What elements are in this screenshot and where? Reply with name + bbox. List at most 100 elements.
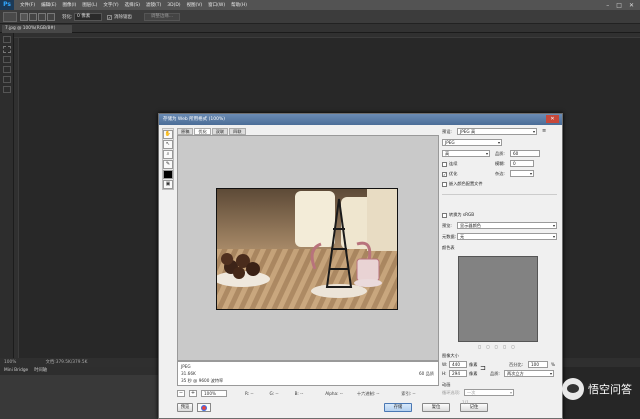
tab-4-up[interactable]: 四联 <box>229 128 246 135</box>
document-tab-bar: 7.jpg @ 100%(RGB/8#) <box>0 24 640 33</box>
color-table[interactable] <box>458 256 538 342</box>
web-snap-icon[interactable]: ◻ <box>495 344 498 349</box>
menu-type[interactable]: 文字(Y) <box>103 2 118 8</box>
lock-color-icon[interactable]: ◻ <box>486 344 489 349</box>
hand-tool-icon[interactable]: ✋ <box>163 130 173 139</box>
eyedropper-tool-icon[interactable] <box>2 76 11 83</box>
zoom-in-button[interactable]: + <box>189 390 197 397</box>
settings-panel: 预设: JPEG 高 ≡ JPEG 高 品质: 60 连续 模糊: 0 ✓优化 … <box>442 128 559 405</box>
zoom-tool-icon[interactable]: ⌕ <box>163 150 173 159</box>
resample-select[interactable]: 两次立方 <box>504 370 554 377</box>
compression-select[interactable]: 高 <box>442 150 490 157</box>
menu-view[interactable]: 视图(V) <box>187 2 203 8</box>
convert-srgb-check <box>442 212 447 218</box>
dialog-toolbox: ✋ ↖ ⌕ ✎ ▣ <box>162 128 174 190</box>
progressive-checkbox[interactable]: 连续 <box>442 161 457 167</box>
menu-file[interactable]: 文件(F) <box>20 2 35 8</box>
convert-srgb-checkbox[interactable]: 转换为 sRGB <box>442 212 474 218</box>
readout-g: G: -- <box>269 391 279 396</box>
preset-select[interactable]: JPEG 高 <box>457 128 537 135</box>
tab-2-up[interactable]: 双联 <box>211 128 229 135</box>
lasso-tool-icon[interactable] <box>2 56 11 63</box>
metadata-label: 元数据: <box>442 234 456 239</box>
close-window-button[interactable]: ✕ <box>629 2 634 9</box>
vertical-ruler <box>14 38 19 360</box>
quality-input[interactable]: 60 <box>510 150 540 157</box>
color-table-label: 颜色表 <box>442 245 455 250</box>
photoshop-logo: Ps <box>0 0 14 10</box>
tab-optimized[interactable]: 优化 <box>194 128 211 135</box>
quality-label: 品质: <box>495 151 505 156</box>
toggle-slices-icon[interactable]: ▣ <box>163 180 173 189</box>
new-color-icon[interactable]: ◻ <box>503 344 506 349</box>
add-selection-icon[interactable] <box>29 13 37 21</box>
tab-timeline[interactable]: 时间轴 <box>34 367 47 375</box>
save-button[interactable]: 存储 <box>384 403 412 412</box>
bottom-panel-tabs: Mini Bridge 时间轴 <box>0 367 170 375</box>
menu-filter[interactable]: 滤镜(T) <box>146 2 161 8</box>
menu-3d[interactable]: 3D(D) <box>167 3 180 8</box>
menu-help[interactable]: 帮助(H) <box>231 2 247 8</box>
selection-mode-group <box>20 13 58 21</box>
minimize-button[interactable]: – <box>606 2 609 9</box>
width-input[interactable]: 440 <box>449 361 467 368</box>
new-selection-icon[interactable] <box>20 13 28 21</box>
percent-input[interactable]: 100 <box>528 361 548 368</box>
optimized-check: ✓ <box>442 171 447 177</box>
matte-select[interactable] <box>510 170 534 177</box>
width-unit: 像素 <box>469 362 478 367</box>
marquee-tool-icon[interactable] <box>2 46 11 53</box>
frame-counter: 1/1 <box>462 400 469 405</box>
feather-input[interactable]: 0 像素 <box>74 13 102 21</box>
preview-image[interactable] <box>216 188 398 310</box>
move-tool-icon[interactable] <box>2 36 11 43</box>
divider <box>442 194 557 195</box>
metadata-select[interactable]: 无 <box>457 233 557 240</box>
image-size-label: 图像大小 <box>442 353 459 358</box>
antialias-checkbox[interactable]: ✓ 消除锯齿 <box>107 14 132 20</box>
maximize-button[interactable]: □ <box>616 2 622 9</box>
eyedropper-color-swatch[interactable] <box>163 170 173 179</box>
blur-input[interactable]: 0 <box>510 160 534 167</box>
delete-color-icon[interactable]: ◻ <box>511 344 514 349</box>
slice-select-tool-icon[interactable]: ↖ <box>163 140 173 149</box>
reset-button[interactable]: 复位 <box>422 403 450 412</box>
link-proportions-icon[interactable]: ⊐ <box>480 364 486 372</box>
subtract-selection-icon[interactable] <box>38 13 46 21</box>
preview-button[interactable]: 预览 <box>177 403 193 412</box>
zoom-level-select[interactable]: 100% <box>201 390 227 397</box>
optimized-checkbox[interactable]: ✓ 优化 <box>442 171 457 177</box>
crop-tool-icon[interactable] <box>2 66 11 73</box>
menu-layer[interactable]: 图层(L) <box>82 2 97 8</box>
intersect-selection-icon[interactable] <box>47 13 55 21</box>
tab-original[interactable]: 原稿 <box>177 128 194 135</box>
preview-select[interactable]: 显示器颜色 <box>457 222 557 229</box>
status-zoom[interactable]: 100% <box>4 360 16 365</box>
menu-window[interactable]: 窗口(W) <box>208 2 225 8</box>
tab-mini-bridge[interactable]: Mini Bridge <box>4 367 28 375</box>
menu-image[interactable]: 图像(I) <box>62 2 76 8</box>
settings-menu-icon[interactable]: ≡ <box>542 128 546 134</box>
eyedropper-icon[interactable]: ✎ <box>163 160 173 169</box>
menu-select[interactable]: 选择(S) <box>125 2 140 8</box>
marquee-tool-preset[interactable] <box>3 12 17 22</box>
blur-label: 模糊: <box>495 161 505 166</box>
loop-select[interactable]: 一次 <box>464 389 514 396</box>
embed-profile-checkbox[interactable]: 嵌入颜色配置文件 <box>442 181 483 187</box>
dialog-close-button[interactable]: ✕ <box>546 115 559 123</box>
dialog-title-bar[interactable]: 存储为 Web 所用格式 (100%) <box>159 114 562 125</box>
refine-edge-button[interactable]: 调整边缘... <box>144 13 180 21</box>
browser-icon <box>201 404 207 411</box>
document-tab[interactable]: 7.jpg @ 100%(RGB/8#) <box>2 25 72 33</box>
save-for-web-dialog: 存储为 Web 所用格式 (100%) ✕ ✋ ↖ ⌕ ✎ ▣ 原稿 优化 双联… <box>158 113 563 419</box>
menu-edit[interactable]: 编辑(E) <box>41 2 56 8</box>
height-input[interactable]: 294 <box>449 370 467 377</box>
view-tabs: 原稿 优化 双联 四联 <box>177 128 439 135</box>
map-transparent-icon[interactable]: ◻ <box>478 344 481 349</box>
menu-bar: Ps 文件(F) 编辑(E) 图像(I) 图层(L) 文字(Y) 选择(S) 滤… <box>0 0 640 10</box>
zoom-out-button[interactable]: − <box>177 390 185 397</box>
embed-profile-check <box>442 181 447 187</box>
brush-tool-icon[interactable] <box>2 86 11 93</box>
browser-select[interactable] <box>197 403 211 412</box>
format-select[interactable]: JPEG <box>442 139 502 146</box>
